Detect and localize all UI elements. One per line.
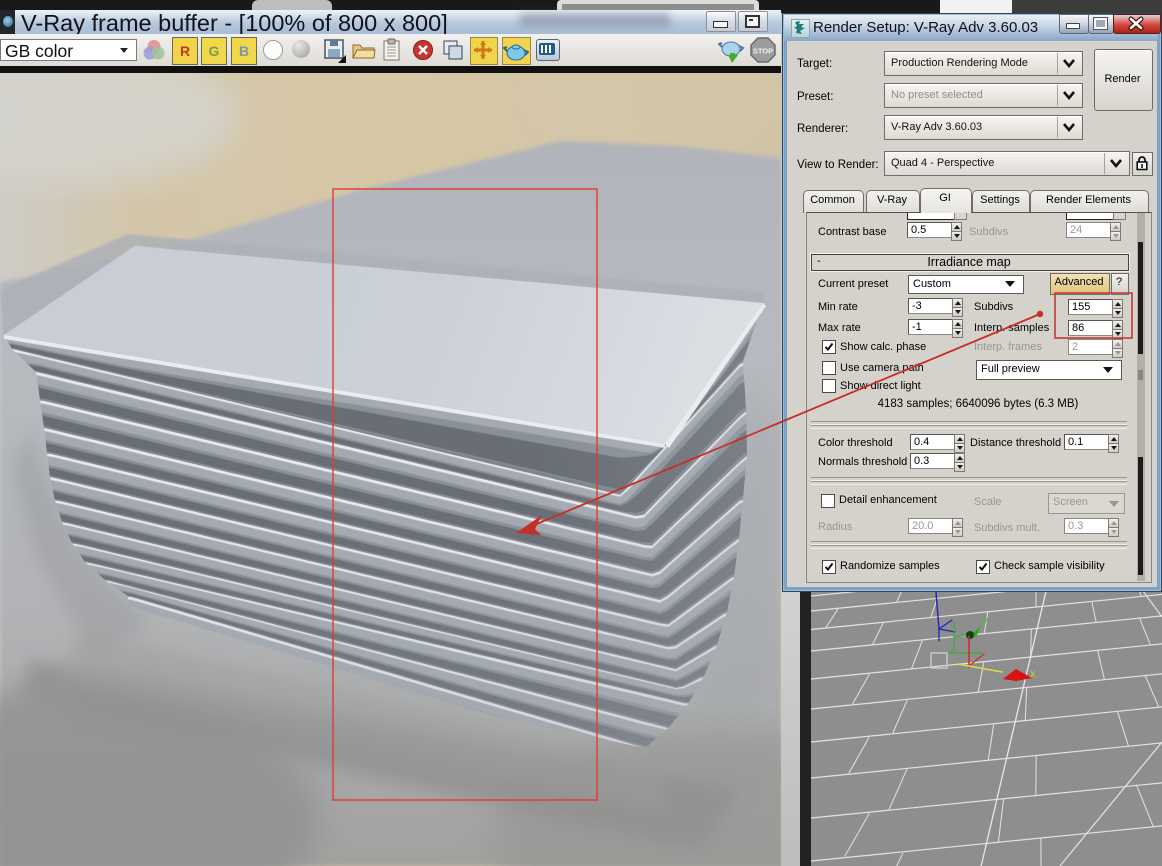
svg-text:STOP: STOP (753, 47, 773, 56)
svg-text:y: y (982, 615, 988, 627)
